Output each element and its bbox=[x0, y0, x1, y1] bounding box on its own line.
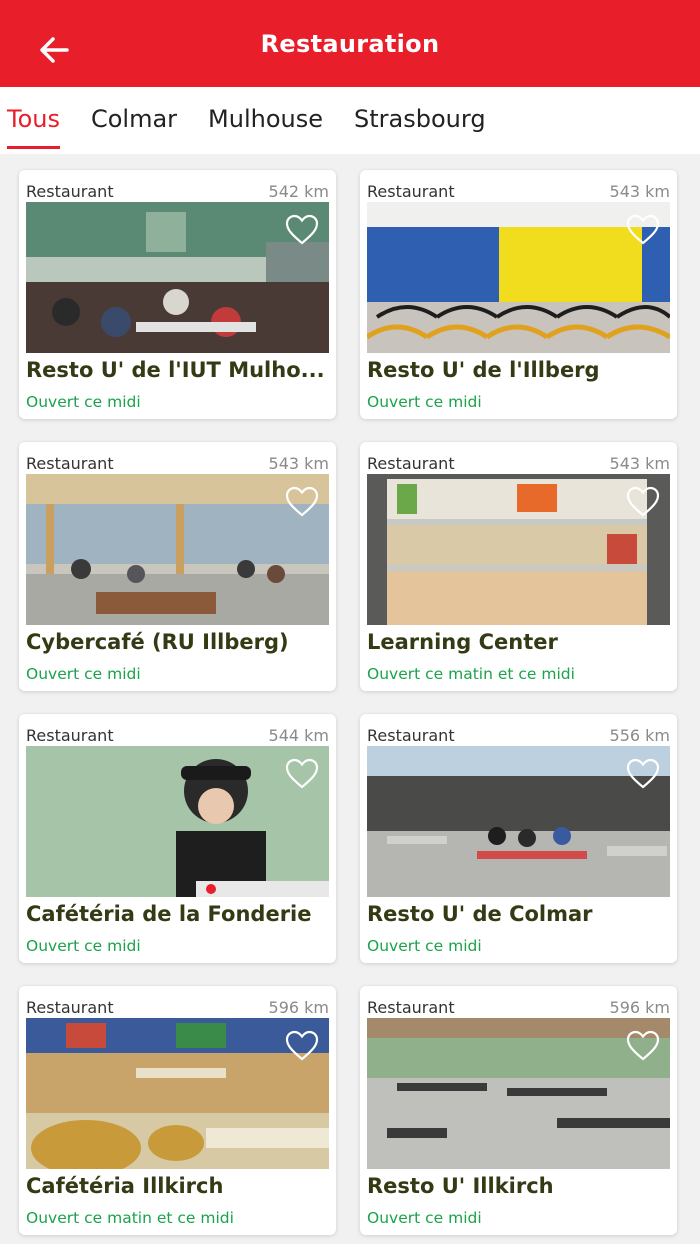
restaurant-name: Resto U' Illkirch bbox=[367, 1174, 554, 1198]
app-bar: Restauration bbox=[0, 0, 700, 87]
restaurant-name: Resto U' de l'Illberg bbox=[367, 358, 600, 382]
city-tabs: Tous Colmar Mulhouse Strasbourg bbox=[0, 87, 700, 154]
opening-status: Ouvert ce midi bbox=[26, 665, 141, 683]
opening-status: Ouvert ce matin et ce midi bbox=[26, 1209, 234, 1227]
restaurant-photo bbox=[367, 746, 670, 897]
restaurant-card[interactable]: Restaurant 542 km Resto U' de l'IUT Mulh… bbox=[19, 170, 336, 419]
restaurant-photo bbox=[26, 746, 329, 897]
card-distance: 542 km bbox=[268, 181, 329, 201]
restaurant-name: Resto U' de Colmar bbox=[367, 902, 593, 926]
card-type: Restaurant bbox=[26, 453, 114, 473]
heart-outline-icon[interactable] bbox=[285, 1030, 319, 1062]
heart-outline-icon[interactable] bbox=[626, 758, 660, 790]
restaurant-grid: Restaurant 542 km Resto U' de l'IUT Mulh… bbox=[0, 154, 700, 1244]
tab-strasbourg[interactable]: Strasbourg bbox=[354, 99, 486, 143]
restaurant-photo bbox=[367, 202, 670, 353]
card-distance: 543 km bbox=[609, 453, 670, 473]
restaurant-card[interactable]: Restaurant 596 km Cafétéria Illkirch Ouv… bbox=[19, 986, 336, 1235]
heart-outline-icon[interactable] bbox=[285, 486, 319, 518]
restaurant-photo bbox=[26, 202, 329, 353]
arrow-left-icon bbox=[40, 37, 69, 63]
heart-outline-icon[interactable] bbox=[626, 214, 660, 246]
opening-status: Ouvert ce midi bbox=[26, 393, 141, 411]
opening-status: Ouvert ce midi bbox=[26, 937, 141, 955]
card-distance: 543 km bbox=[609, 181, 670, 201]
card-distance: 596 km bbox=[609, 997, 670, 1017]
restaurant-card[interactable]: Restaurant 544 km Cafétéria de la Fonder… bbox=[19, 714, 336, 963]
opening-status: Ouvert ce midi bbox=[367, 937, 482, 955]
tab-mulhouse[interactable]: Mulhouse bbox=[208, 99, 323, 143]
restaurant-card[interactable]: Restaurant 556 km Resto U' de Colmar Ouv… bbox=[360, 714, 677, 963]
restaurant-name: Resto U' de l'IUT Mulho... bbox=[26, 358, 325, 382]
back-button[interactable] bbox=[30, 26, 78, 74]
restaurant-card[interactable]: Restaurant 543 km Resto U' de l'Illberg … bbox=[360, 170, 677, 419]
restaurant-card[interactable]: Restaurant 543 km Learning Center Ouvert… bbox=[360, 442, 677, 691]
card-type: Restaurant bbox=[367, 181, 455, 201]
tab-colmar[interactable]: Colmar bbox=[91, 99, 177, 143]
card-distance: 543 km bbox=[268, 453, 329, 473]
opening-status: Ouvert ce matin et ce midi bbox=[367, 665, 575, 683]
card-distance: 556 km bbox=[609, 725, 670, 745]
restaurant-name: Cybercafé (RU Illberg) bbox=[26, 630, 289, 654]
heart-outline-icon[interactable] bbox=[626, 486, 660, 518]
heart-outline-icon[interactable] bbox=[626, 1030, 660, 1062]
card-distance: 596 km bbox=[268, 997, 329, 1017]
restaurant-name: Cafétéria Illkirch bbox=[26, 1174, 224, 1198]
card-type: Restaurant bbox=[26, 181, 114, 201]
restaurant-card[interactable]: Restaurant 596 km Resto U' Illkirch Ouve… bbox=[360, 986, 677, 1235]
opening-status: Ouvert ce midi bbox=[367, 393, 482, 411]
restaurant-photo bbox=[367, 474, 670, 625]
page-title: Restauration bbox=[260, 29, 440, 58]
card-type: Restaurant bbox=[26, 725, 114, 745]
opening-status: Ouvert ce midi bbox=[367, 1209, 482, 1227]
tab-tous[interactable]: Tous bbox=[7, 99, 60, 149]
restaurant-photo bbox=[26, 1018, 329, 1169]
card-type: Restaurant bbox=[367, 453, 455, 473]
card-type: Restaurant bbox=[367, 997, 455, 1017]
card-type: Restaurant bbox=[367, 725, 455, 745]
heart-outline-icon[interactable] bbox=[285, 214, 319, 246]
restaurant-photo bbox=[367, 1018, 670, 1169]
restaurant-card[interactable]: Restaurant 543 km Cybercafé (RU Illberg)… bbox=[19, 442, 336, 691]
heart-outline-icon[interactable] bbox=[285, 758, 319, 790]
restaurant-name: Learning Center bbox=[367, 630, 558, 654]
restaurant-name: Cafétéria de la Fonderie bbox=[26, 902, 312, 926]
card-type: Restaurant bbox=[26, 997, 114, 1017]
card-distance: 544 km bbox=[268, 725, 329, 745]
restaurant-photo bbox=[26, 474, 329, 625]
